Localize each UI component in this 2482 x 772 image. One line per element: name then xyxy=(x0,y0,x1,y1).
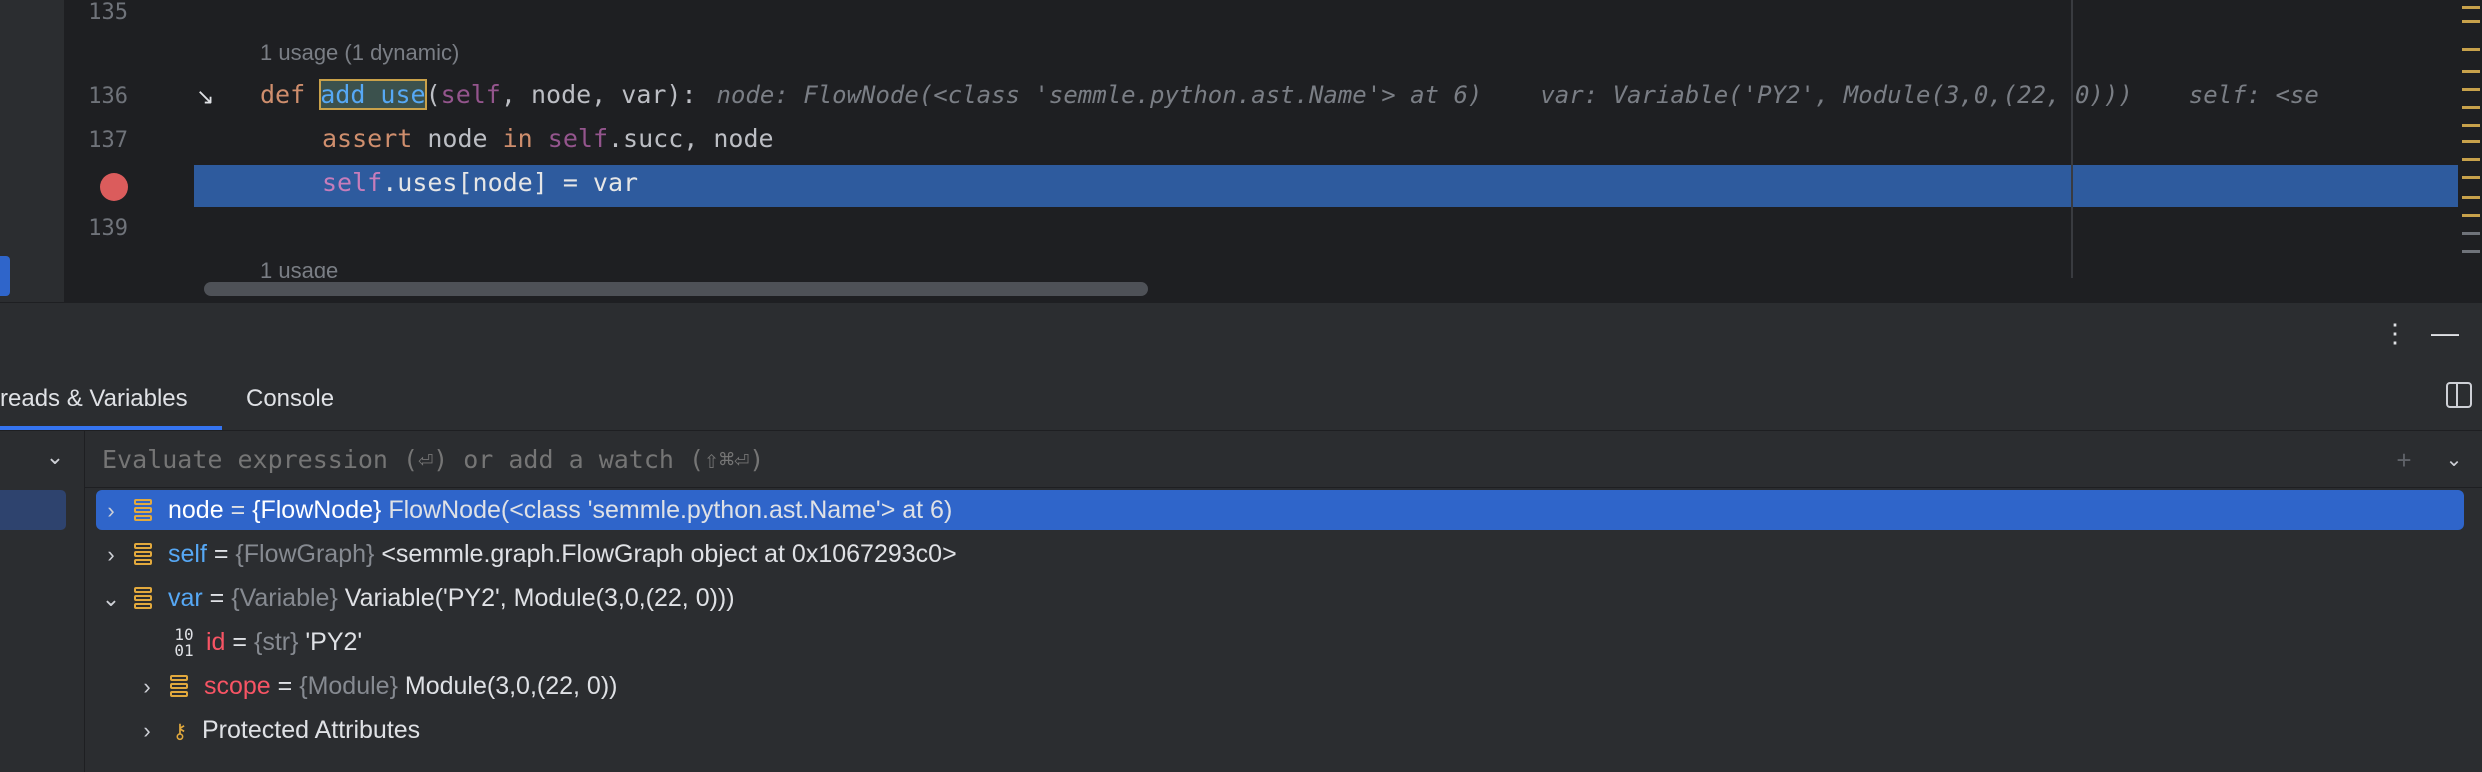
stripe-marker[interactable] xyxy=(2462,48,2480,51)
more-options-icon[interactable]: ⋮ xyxy=(2380,318,2410,348)
variable-value: FlowNode(<class 'semmle.python.ast.Name'… xyxy=(388,496,953,524)
equals-sign: = xyxy=(225,628,254,656)
horizontal-scrollbar-thumb[interactable] xyxy=(204,282,1148,296)
equals-sign: = xyxy=(223,496,253,524)
stripe-marker[interactable] xyxy=(2462,158,2480,161)
key-icon: ⚷ xyxy=(172,721,188,743)
object-field-icon xyxy=(130,585,158,613)
stripe-marker[interactable] xyxy=(2462,124,2480,127)
line-number: 135 xyxy=(88,0,128,25)
variable-value: 'PY2' xyxy=(305,628,363,656)
frames-panel xyxy=(0,431,85,772)
code-line-137[interactable]: assert node in self.succ, node xyxy=(322,124,774,153)
keyword: def xyxy=(260,80,321,109)
variable-row-node[interactable]: › node = {FlowNode} FlowNode(<class 'semm… xyxy=(96,490,2464,530)
chevron-down-icon[interactable]: ⌄ xyxy=(96,579,126,619)
self-ref: self xyxy=(322,168,383,197)
evaluate-expression-input[interactable] xyxy=(100,431,1304,489)
stripe-marker[interactable] xyxy=(2462,214,2480,217)
equals-sign: = xyxy=(202,584,232,612)
variable-row-id[interactable]: 10 01 id = {str} 'PY2' xyxy=(166,622,362,662)
inline-value-hint: var: Variable('PY2', Module(3,0,(22, 0))… xyxy=(1540,81,2133,109)
code-text: node xyxy=(412,124,503,153)
primitive-value-icon: 10 01 xyxy=(174,625,194,661)
tab-console[interactable]: Console xyxy=(246,368,334,430)
chevron-right-icon[interactable]: › xyxy=(96,491,126,531)
variable-name: var xyxy=(168,584,203,612)
inline-value-hint: node: FlowNode(<class 'semmle.python.ast… xyxy=(716,81,1483,109)
stripe-marker[interactable] xyxy=(2462,196,2480,199)
debug-panel-header xyxy=(0,302,2482,369)
variable-value: Module(3,0,(22, 0)) xyxy=(404,672,618,700)
chevron-right-icon[interactable]: › xyxy=(96,535,126,575)
code-line-136[interactable]: def add_use(self, node, var): node: FlowN… xyxy=(260,79,2319,110)
variable-name: node xyxy=(168,496,224,524)
right-margin-guide xyxy=(2071,0,2073,278)
equals-sign: = xyxy=(206,540,236,568)
step-into-cursor-icon: ↘ xyxy=(196,84,215,109)
tab-threads-variables[interactable]: reads & Variables xyxy=(0,368,216,430)
variable-name: scope xyxy=(204,672,271,700)
layout-settings-icon[interactable] xyxy=(2446,382,2472,408)
line-number: 139 xyxy=(88,216,128,241)
add-watch-icon[interactable]: + xyxy=(2390,446,2418,474)
variable-name: id xyxy=(206,628,226,656)
line-number: 136 xyxy=(88,84,128,109)
variable-name: self xyxy=(168,540,207,568)
code-text: .succ, node xyxy=(608,124,774,153)
object-field-icon xyxy=(166,673,194,701)
variable-value: <semmle.graph.FlowGraph object at 0x1067… xyxy=(381,540,957,568)
inline-value-hint: self: <se xyxy=(2188,81,2319,109)
minimize-icon[interactable]: — xyxy=(2430,318,2460,348)
variable-type: {Module} xyxy=(299,672,398,700)
variable-type: {Variable} xyxy=(231,584,338,612)
stripe-marker[interactable] xyxy=(2462,6,2480,9)
variable-value: Variable('PY2', Module(3,0,(22, 0))) xyxy=(344,584,735,612)
line-number: 137 xyxy=(88,128,128,153)
debug-tabs-bar xyxy=(0,368,2482,431)
protected-attributes-row[interactable]: › ⚷ Protected Attributes xyxy=(132,710,420,750)
code-text: .uses[node] = var xyxy=(382,168,639,197)
stripe-marker[interactable] xyxy=(2462,250,2480,253)
active-tool-indicator[interactable] xyxy=(0,256,10,296)
stripe-marker[interactable] xyxy=(2462,88,2480,91)
usages-code-lens[interactable]: 1 usage xyxy=(260,258,338,278)
object-field-icon xyxy=(130,497,158,525)
variable-row-var[interactable]: ⌄ var = {Variable} Variable('PY2', Module… xyxy=(96,578,735,618)
group-label: Protected Attributes xyxy=(202,716,421,744)
selected-frame[interactable] xyxy=(0,490,66,530)
keyword: assert xyxy=(322,124,413,153)
chevron-down-icon[interactable]: ⌄ xyxy=(2440,446,2468,474)
chevron-right-icon[interactable]: › xyxy=(132,711,162,751)
self-ref: self xyxy=(532,124,608,153)
usages-code-lens[interactable]: 1 usage (1 dynamic) xyxy=(260,40,459,66)
equals-sign: = xyxy=(270,672,300,700)
chevron-right-icon[interactable]: › xyxy=(132,667,162,707)
stripe-marker[interactable] xyxy=(2462,176,2480,179)
paren: ( xyxy=(425,80,441,109)
params: , node, var): xyxy=(500,80,697,109)
tool-window-strip xyxy=(0,0,64,302)
breakpoint-icon[interactable] xyxy=(100,173,128,201)
variable-type: {FlowNode} xyxy=(252,496,382,524)
self-param: self xyxy=(440,80,501,109)
chevron-down-icon[interactable]: ⌄ xyxy=(40,442,70,472)
stripe-marker[interactable] xyxy=(2462,20,2480,23)
stripe-marker[interactable] xyxy=(2462,106,2480,109)
variable-type: {FlowGraph} xyxy=(235,540,375,568)
stripe-marker[interactable] xyxy=(2462,140,2480,143)
error-stripe-marker-bar[interactable] xyxy=(2458,0,2482,278)
variables-tree xyxy=(85,488,2482,772)
keyword: in xyxy=(502,124,533,153)
variable-type: {str} xyxy=(253,628,299,656)
stripe-marker[interactable] xyxy=(2462,232,2480,235)
stripe-marker[interactable] xyxy=(2462,70,2480,73)
function-name[interactable]: add_use xyxy=(319,79,427,110)
object-field-icon xyxy=(130,541,158,569)
variable-row-scope[interactable]: › scope = {Module} Module(3,0,(22, 0)) xyxy=(132,666,617,706)
code-line-138[interactable]: self.uses[node] = var xyxy=(322,168,638,197)
variable-row-self[interactable]: › self = {FlowGraph} <semmle.graph.FlowGr… xyxy=(96,534,957,575)
active-tab-indicator xyxy=(0,426,222,430)
gutter-current-line[interactable] xyxy=(64,165,194,207)
